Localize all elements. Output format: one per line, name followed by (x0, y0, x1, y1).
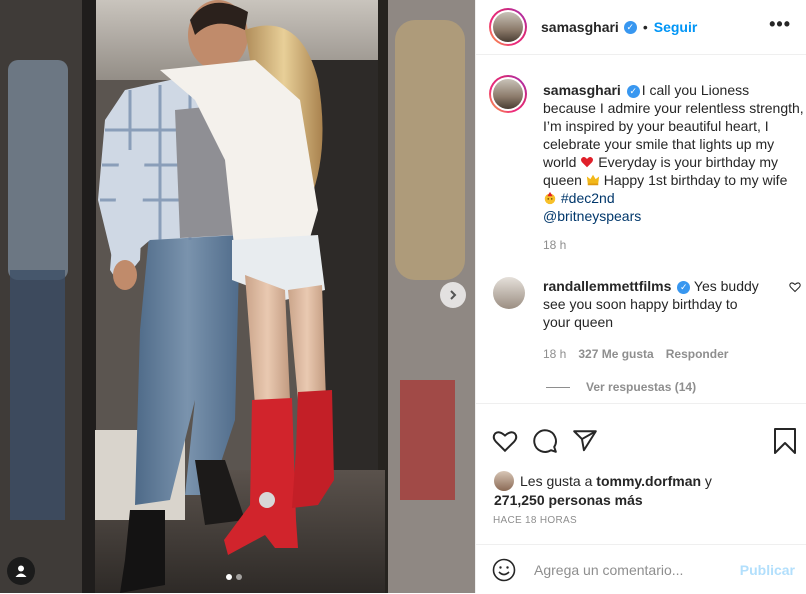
view-replies-label: Ver respuestas (14) (586, 380, 697, 394)
replies-divider (546, 386, 570, 388)
verified-badge-icon: ✓ (626, 84, 640, 98)
likes-prefix: Les gusta a (520, 473, 597, 489)
verified-badge-icon: ✓ (677, 280, 691, 294)
follow-button[interactable]: Seguir (654, 19, 698, 35)
liker-username[interactable]: tommy.dorfman (596, 473, 701, 489)
author-avatar[interactable] (489, 8, 527, 46)
crown-emoji-icon (586, 174, 599, 186)
post-side-panel: samasghari ✓ • Seguir ••• samasghari ✓ I … (475, 0, 806, 593)
tagged-users-button[interactable] (7, 557, 35, 585)
commenter-avatar[interactable] (493, 277, 525, 309)
comment-composer: Publicar (476, 544, 806, 594)
carousel-dot-active (226, 574, 232, 580)
photo-illustration (0, 0, 475, 593)
caption-time[interactable]: 18 h (543, 238, 566, 252)
chevron-right-icon (450, 290, 457, 300)
heart-icon[interactable] (492, 428, 518, 454)
commenter-username[interactable]: randallemmettfilms (543, 278, 671, 294)
caption-avatar[interactable] (489, 75, 527, 113)
likes-middle: y (701, 473, 712, 489)
like-comment-heart-icon[interactable] (789, 281, 801, 293)
party-face-emoji-icon (544, 191, 556, 205)
post-header: samasghari ✓ • Seguir ••• (476, 0, 806, 55)
caption-text: samasghari ✓ I call you Lioness because I… (543, 81, 805, 225)
post-actions: Les gusta a tommy.dorfman y 271,250 pers… (476, 403, 806, 534)
more-options-icon[interactable]: ••• (769, 14, 791, 35)
comment-input[interactable] (532, 560, 726, 579)
comment-icon[interactable] (532, 428, 558, 454)
caption-username[interactable]: samasghari (543, 82, 621, 98)
likes-summary: Les gusta a tommy.dorfman y 271,250 pers… (494, 471, 712, 509)
comment-time[interactable]: 18 h (543, 347, 566, 361)
action-bar (492, 428, 797, 458)
carousel-dot (236, 574, 242, 580)
caption-part-3: Happy 1st birthday to my wife (599, 172, 788, 188)
bookmark-icon[interactable] (773, 428, 797, 454)
carousel-indicators (226, 574, 242, 580)
likes-count[interactable]: 271,250 personas más (494, 492, 643, 508)
emoji-picker-icon[interactable] (492, 558, 516, 582)
comment-text: randallemmettfilms ✓ Yes buddy see you s… (543, 277, 768, 331)
heart-emoji-icon (581, 156, 594, 168)
user-icon (15, 565, 27, 577)
post-photo[interactable] (0, 0, 475, 593)
comment-meta: 18 h 327 Me gusta Responder (543, 347, 728, 361)
reply-button[interactable]: Responder (666, 347, 729, 361)
liker-avatar[interactable] (494, 471, 514, 491)
header-separator: • (642, 19, 648, 35)
verified-badge-icon: ✓ (623, 20, 637, 34)
post-timestamp[interactable]: HACE 18 HORAS (493, 515, 577, 526)
share-icon[interactable] (572, 428, 598, 454)
caption-hashtag[interactable]: #dec2nd (561, 190, 615, 206)
comments-section[interactable]: samasghari ✓ I call you Lioness because I… (476, 55, 806, 402)
comment-likes[interactable]: 327 Me gusta (578, 347, 653, 361)
caption-mention[interactable]: @britneyspears (543, 208, 641, 224)
author-username[interactable]: samasghari (541, 19, 619, 35)
view-replies-button[interactable]: Ver respuestas (14) (546, 380, 696, 394)
publish-button[interactable]: Publicar (740, 562, 795, 578)
next-photo-button[interactable] (440, 282, 466, 308)
